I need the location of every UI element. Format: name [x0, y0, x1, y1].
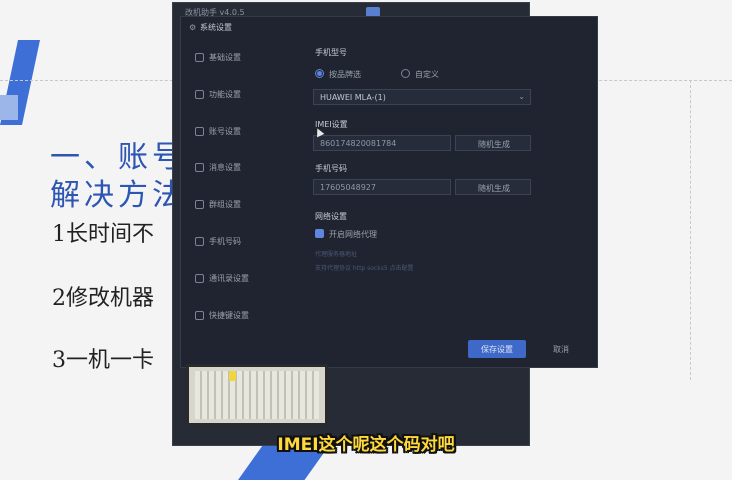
sidebar-item-group[interactable]: 群组设置: [191, 194, 291, 216]
group-icon: [195, 200, 204, 209]
phone-section-label: 手机号码: [315, 164, 347, 173]
phone-input[interactable]: 17605048927: [313, 179, 451, 195]
sidebar-item-label: 快捷键设置: [209, 311, 249, 320]
sliders-icon: [195, 90, 204, 99]
phone-random-label: 随机生成: [478, 184, 510, 193]
imei-input[interactable]: 860174820081784: [313, 135, 451, 151]
radio-brand[interactable]: [315, 69, 324, 78]
sidebar-item-account[interactable]: 账号设置: [191, 121, 291, 143]
dialog-title: ⚙ 系统设置: [189, 22, 232, 33]
slide-dotted-line-vertical: [690, 80, 691, 380]
model-select-value: HUAWEI MLA-(1): [320, 93, 386, 102]
sidebar-item-function[interactable]: 功能设置: [191, 84, 291, 106]
sidebar-item-label: 基础设置: [209, 53, 241, 62]
sidebar-item-basic[interactable]: 基础设置: [191, 47, 291, 69]
model-section-label: 手机型号: [315, 48, 347, 57]
slide-item-1: 1长时间不: [52, 222, 154, 247]
qr-code-icon: [195, 371, 319, 419]
phone-icon: [195, 237, 204, 246]
network-hint-2[interactable]: 支持代理协议 http socks5 点击配置: [315, 263, 414, 272]
sidebar-item-contacts[interactable]: 通讯录设置: [191, 268, 291, 290]
imei-random-label: 随机生成: [478, 140, 510, 149]
settings-sidebar: 基础设置 功能设置 账号设置 消息设置 群组设置 手机号码 通讯录设置 快捷键设…: [181, 39, 295, 359]
imei-value: 860174820081784: [320, 139, 397, 148]
model-select[interactable]: HUAWEI MLA-(1) ⌄: [313, 89, 531, 105]
phone-random-button[interactable]: 随机生成: [455, 179, 531, 195]
sidebar-item-message[interactable]: 消息设置: [191, 157, 291, 179]
cancel-button-label: 取消: [553, 345, 569, 354]
sidebar-item-label: 手机号码: [209, 237, 241, 246]
save-button-label: 保存设置: [481, 345, 513, 354]
radio-custom[interactable]: [401, 69, 410, 78]
cancel-button[interactable]: 取消: [539, 340, 583, 358]
user-icon: [195, 127, 204, 136]
message-icon: [195, 163, 204, 172]
chevron-down-icon: ⌄: [518, 92, 525, 101]
sidebar-item-label: 功能设置: [209, 90, 241, 99]
video-subtitle: IMEI这个呢这个码对吧: [277, 435, 455, 455]
network-section-label: 网络设置: [315, 212, 347, 221]
radio-custom-label: 自定义: [415, 70, 439, 79]
slide-decoration-top-light: [0, 95, 18, 120]
sticker-icon: [229, 371, 236, 381]
slide-item-2: 2修改机器: [52, 286, 154, 311]
keyboard-icon: [195, 311, 204, 320]
sidebar-item-label: 通讯录设置: [209, 274, 249, 283]
settings-icon: ⚙: [189, 23, 197, 32]
network-proxy-label: 开启网络代理: [329, 230, 377, 239]
sidebar-item-shortcuts[interactable]: 快捷键设置: [191, 305, 291, 327]
network-proxy-checkbox[interactable]: [315, 229, 324, 238]
contacts-icon: [195, 274, 204, 283]
settings-dialog: ⚙ 系统设置 基础设置 功能设置 账号设置 消息设置 群组设置 手机号码 通讯录…: [180, 16, 598, 368]
imei-random-button[interactable]: 随机生成: [455, 135, 531, 151]
radio-brand-label: 按品牌选: [329, 70, 361, 79]
dialog-title-text: 系统设置: [200, 23, 232, 32]
sidebar-item-label: 群组设置: [209, 200, 241, 209]
settings-panel: 手机型号 按品牌选 自定义 HUAWEI MLA-(1) ⌄ IMEI设置 86…: [309, 39, 594, 359]
slide-item-3: 3一机一卡: [52, 348, 154, 373]
sidebar-item-label: 账号设置: [209, 127, 241, 136]
save-button[interactable]: 保存设置: [468, 340, 526, 358]
qr-card-image: [186, 364, 328, 426]
gear-icon: [195, 53, 204, 62]
sidebar-item-label: 消息设置: [209, 163, 241, 172]
phone-value: 17605048927: [320, 183, 376, 192]
network-hint-1: 代理服务器地址: [315, 251, 358, 258]
sidebar-item-phone[interactable]: 手机号码: [191, 231, 291, 253]
slide-heading-line2: 解决方法: [50, 178, 186, 213]
